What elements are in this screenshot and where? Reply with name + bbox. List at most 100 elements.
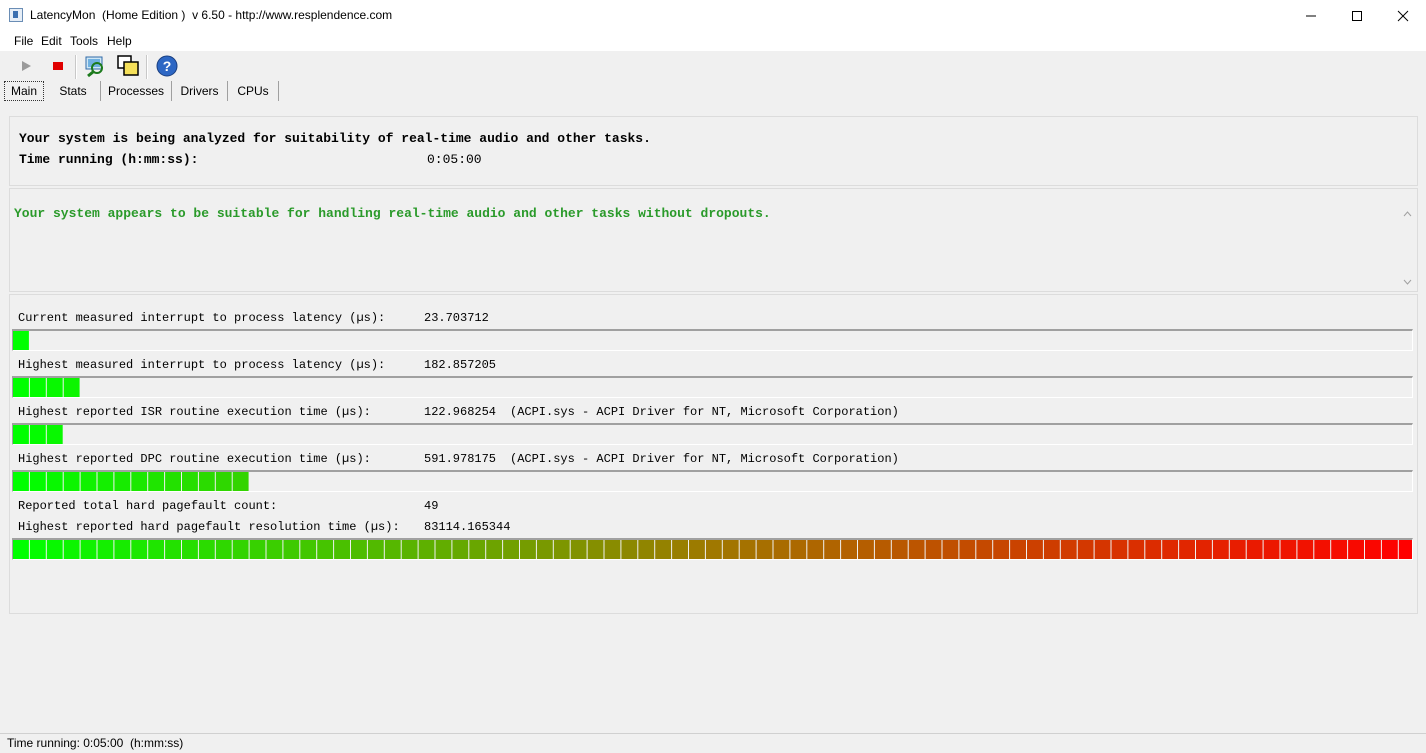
meter-segment xyxy=(604,540,621,559)
tab-cpus[interactable]: CPUs xyxy=(228,81,279,101)
menu-edit[interactable]: Edit xyxy=(41,34,62,48)
meter-segment xyxy=(841,540,857,559)
meter-segment xyxy=(722,540,739,559)
meter-segment xyxy=(46,378,63,397)
meter-segment xyxy=(249,540,266,559)
meter-segment xyxy=(29,378,46,397)
meter-segment xyxy=(165,540,181,559)
verdict-panel: Your system appears to be suitable for h… xyxy=(9,188,1418,292)
tab-drivers[interactable]: Drivers xyxy=(172,81,228,101)
toolbar: ? xyxy=(0,51,1426,81)
toolbar-separator xyxy=(146,55,148,79)
stat-value: 182.857205 xyxy=(424,358,497,372)
meter-segment xyxy=(807,540,824,559)
verdict-message: Your system appears to be suitable for h… xyxy=(14,206,771,221)
meter-segment xyxy=(367,540,384,559)
stop-icon xyxy=(53,62,63,70)
maximize-button[interactable] xyxy=(1334,0,1380,31)
meter-segment xyxy=(790,540,807,559)
meter-segment xyxy=(435,540,452,559)
tab-stats[interactable]: Stats xyxy=(46,81,101,101)
meter-segment xyxy=(97,472,114,491)
meter-segment xyxy=(570,540,587,559)
meter-segment xyxy=(29,425,46,444)
help-button[interactable]: ? xyxy=(154,53,180,79)
stat-value: 122.968254 xyxy=(424,405,497,419)
svg-text:?: ? xyxy=(163,58,172,74)
meter-segment xyxy=(1280,540,1297,559)
meter-segment xyxy=(469,540,486,559)
meter-segment xyxy=(976,540,993,559)
menu-help[interactable]: Help xyxy=(107,34,132,48)
start-button[interactable] xyxy=(13,53,39,79)
stop-button[interactable] xyxy=(45,53,71,79)
analysis-panel: Your system is being analyzed for suitab… xyxy=(9,116,1418,186)
meter-segment xyxy=(536,540,553,559)
dpc-meter xyxy=(12,470,1413,492)
meter-segment xyxy=(1381,540,1398,559)
toolbar-separator xyxy=(75,55,77,79)
meter-segment xyxy=(705,540,722,559)
meter-segment xyxy=(452,540,469,559)
meter-segment xyxy=(942,540,959,559)
meter-segment xyxy=(182,472,198,491)
meter-segment xyxy=(1043,540,1060,559)
meter-segment xyxy=(63,472,80,491)
stat-label: Current measured interrupt to process la… xyxy=(18,311,386,325)
meter-segment xyxy=(13,378,29,397)
meter-segment xyxy=(1365,540,1381,559)
meter-segment xyxy=(232,472,249,491)
menu-tools[interactable]: Tools xyxy=(70,34,98,48)
pagefault-meter xyxy=(12,538,1413,560)
meter-segment xyxy=(1077,540,1094,559)
menu-bar: File Edit Tools Help xyxy=(0,31,1426,51)
meter-segment xyxy=(1229,540,1246,559)
meter-segment xyxy=(1212,540,1229,559)
app-icon xyxy=(9,8,23,22)
meter-segment xyxy=(908,540,925,559)
meter-segment xyxy=(283,540,300,559)
meter-segment xyxy=(1246,540,1263,559)
meter-segment xyxy=(1128,540,1145,559)
tab-main[interactable]: Main xyxy=(4,81,44,101)
close-icon xyxy=(1397,10,1409,21)
meter-segment xyxy=(1196,540,1212,559)
meter-segment xyxy=(858,540,874,559)
meter-segment xyxy=(46,472,63,491)
meter-segment xyxy=(198,540,215,559)
meter-segment xyxy=(114,472,131,491)
meter-segment xyxy=(131,472,148,491)
minimize-button[interactable] xyxy=(1288,0,1334,31)
meter-segment xyxy=(503,540,519,559)
meter-segment xyxy=(401,540,418,559)
meter-segment xyxy=(587,540,604,559)
meter-segment xyxy=(1348,540,1364,559)
help-icon: ? xyxy=(156,55,178,77)
meter-segment xyxy=(1263,540,1280,559)
isr-meter xyxy=(12,423,1413,445)
meter-segment xyxy=(655,540,672,559)
meter-segment xyxy=(266,540,283,559)
meter-segment xyxy=(13,472,29,491)
status-bar: Time running: 0:05:00 (h:mm:ss) xyxy=(0,733,1426,753)
time-running-label: Time running (h:mm:ss): xyxy=(19,152,199,167)
tab-processes[interactable]: Processes xyxy=(101,81,172,101)
meter-segment xyxy=(1060,540,1077,559)
meter-segment xyxy=(1398,540,1412,559)
meter-segment xyxy=(553,540,570,559)
meter-segment xyxy=(317,540,334,559)
window-title: LatencyMon (Home Edition ) v 6.50 - http… xyxy=(30,8,393,22)
meter-segment xyxy=(773,540,790,559)
meter-segment xyxy=(63,540,80,559)
meter-segment xyxy=(672,540,688,559)
meter-segment xyxy=(1297,540,1314,559)
menu-file[interactable]: File xyxy=(14,34,33,48)
meter-segment xyxy=(131,540,148,559)
meter-segment xyxy=(29,472,46,491)
close-button[interactable] xyxy=(1380,0,1426,31)
verdict-scrollbar[interactable] xyxy=(1399,205,1416,291)
windows-button[interactable] xyxy=(115,53,141,79)
meter-segment xyxy=(418,540,435,559)
driver-search-button[interactable] xyxy=(82,53,108,79)
meter-segment xyxy=(232,540,249,559)
